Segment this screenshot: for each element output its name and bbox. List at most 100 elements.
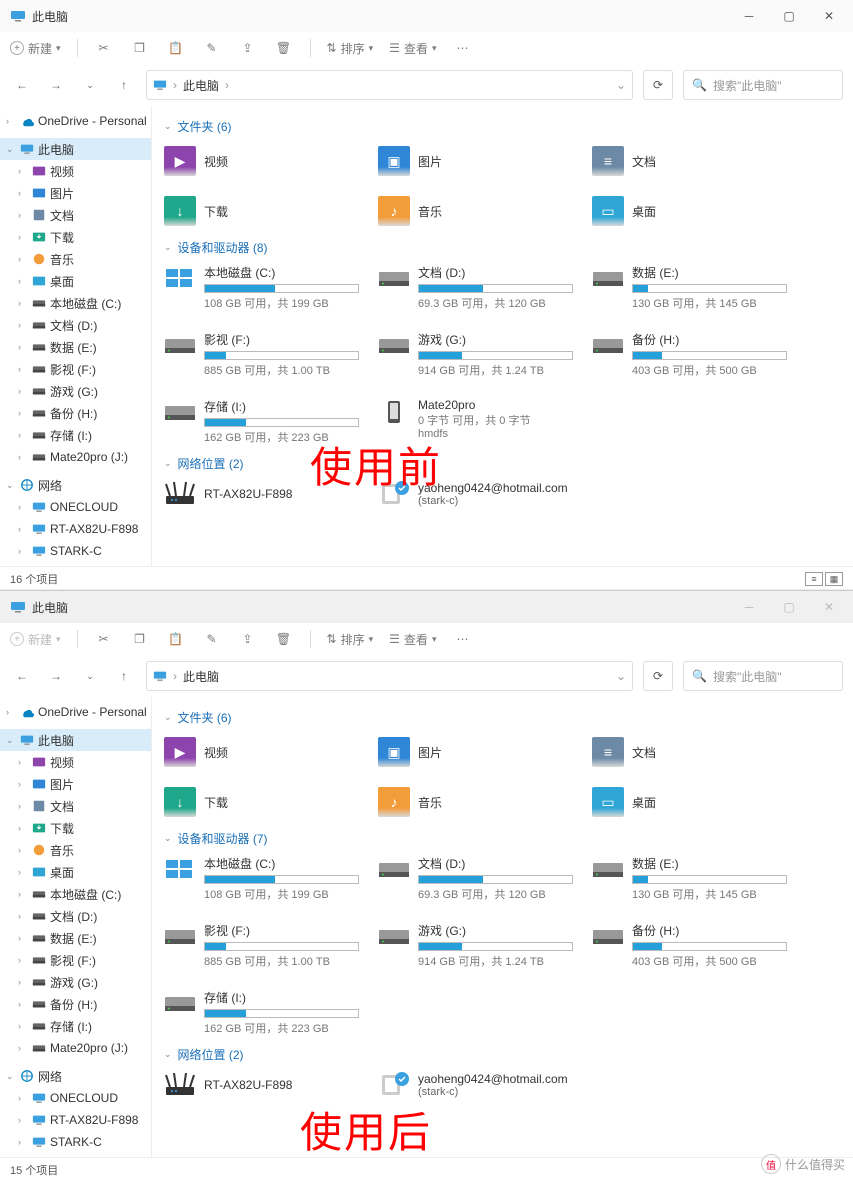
refresh-button[interactable]: ⟳ bbox=[643, 70, 673, 100]
sidebar-item[interactable]: ›音乐 bbox=[0, 248, 151, 270]
folder-tile[interactable]: ≡文档 bbox=[592, 143, 792, 179]
sidebar-onedrive[interactable]: ›OneDrive - Personal bbox=[0, 110, 151, 132]
breadcrumb[interactable]: 此电脑 bbox=[183, 668, 219, 685]
sidebar-item[interactable]: ›文档 bbox=[0, 795, 151, 817]
sidebar-item[interactable]: ›备份 (H:) bbox=[0, 993, 151, 1015]
section-drives[interactable]: ⌄设备和驱动器 (7) bbox=[164, 830, 841, 847]
drive-tile[interactable]: 存储 (I:)162 GB 可用，共 223 GB bbox=[164, 989, 364, 1036]
sidebar-thispc[interactable]: ⌄此电脑 bbox=[0, 138, 151, 160]
more-icon[interactable]: ⋯ bbox=[452, 629, 472, 649]
folder-tile[interactable]: ▭桌面 bbox=[592, 193, 792, 229]
folder-tile[interactable]: ♪音乐 bbox=[378, 193, 578, 229]
sidebar-item[interactable]: ›STARK-C bbox=[0, 1131, 151, 1153]
breadcrumb[interactable]: 此电脑 bbox=[183, 77, 219, 94]
folder-tile[interactable]: ↓下载 bbox=[164, 193, 364, 229]
drive-tile[interactable]: 文档 (D:)69.3 GB 可用，共 120 GB bbox=[378, 855, 578, 902]
sidebar-item[interactable]: ›Mate20pro (J:) bbox=[0, 1037, 151, 1059]
network-tile[interactable]: RT-AX82U-F898 bbox=[164, 1071, 364, 1099]
sidebar-item[interactable]: ›下载 bbox=[0, 226, 151, 248]
share-icon[interactable]: ⇪ bbox=[238, 38, 258, 58]
folder-tile[interactable]: ↓下载 bbox=[164, 784, 364, 820]
minimize-button[interactable]: ─ bbox=[729, 2, 769, 30]
sidebar-item[interactable]: ›ONECLOUD bbox=[0, 1087, 151, 1109]
network-tile[interactable]: yaoheng0424@hotmail.com(stark-c) bbox=[378, 1071, 578, 1099]
sidebar-item[interactable]: ›备份 (H:) bbox=[0, 402, 151, 424]
folder-tile[interactable]: ▶视频 bbox=[164, 143, 364, 179]
sidebar-item[interactable]: ›游戏 (G:) bbox=[0, 971, 151, 993]
sidebar-item[interactable]: ›游戏 (G:) bbox=[0, 380, 151, 402]
drive-tile[interactable]: 存储 (I:)162 GB 可用，共 223 GB bbox=[164, 398, 364, 445]
drive-tile[interactable]: 数据 (E:)130 GB 可用，共 145 GB bbox=[592, 855, 792, 902]
chevron-down-icon[interactable]: ⌄ bbox=[616, 669, 626, 683]
folder-tile[interactable]: ♪音乐 bbox=[378, 784, 578, 820]
section-network[interactable]: ⌄网络位置 (2) bbox=[164, 1046, 841, 1063]
sort-button[interactable]: ⇅排序▾ bbox=[327, 40, 374, 57]
sidebar-item[interactable]: ›RT-AX82U-F898 bbox=[0, 518, 151, 540]
paste-icon[interactable]: 📋 bbox=[166, 38, 186, 58]
drive-tile[interactable]: 本地磁盘 (C:)108 GB 可用，共 199 GB bbox=[164, 855, 364, 902]
sidebar-item[interactable]: ›存储 (I:) bbox=[0, 1015, 151, 1037]
network-tile[interactable]: yaoheng0424@hotmail.com(stark-c) bbox=[378, 480, 578, 508]
section-network[interactable]: ⌄网络位置 (2) bbox=[164, 455, 841, 472]
drive-tile[interactable]: 备份 (H:)403 GB 可用，共 500 GB bbox=[592, 922, 792, 969]
sidebar-item[interactable]: ›存储 (I:) bbox=[0, 424, 151, 446]
folder-tile[interactable]: ▣图片 bbox=[378, 734, 578, 770]
sidebar-item[interactable]: ›文档 bbox=[0, 204, 151, 226]
sidebar-item[interactable]: ›视频 bbox=[0, 160, 151, 182]
drive-tile[interactable]: 游戏 (G:)914 GB 可用，共 1.24 TB bbox=[378, 922, 578, 969]
sidebar-item[interactable]: ›本地磁盘 (C:) bbox=[0, 883, 151, 905]
close-button[interactable]: ✕ bbox=[809, 593, 849, 621]
search-input[interactable]: 🔍 搜索"此电脑" bbox=[683, 70, 843, 100]
copy-icon[interactable]: ❐ bbox=[130, 38, 150, 58]
rename-icon[interactable]: ✎ bbox=[202, 38, 222, 58]
paste-icon[interactable]: 📋 bbox=[166, 629, 186, 649]
minimize-button[interactable]: ─ bbox=[729, 593, 769, 621]
drive-tile[interactable]: 影视 (F:)885 GB 可用，共 1.00 TB bbox=[164, 922, 364, 969]
drive-tile[interactable]: 备份 (H:)403 GB 可用，共 500 GB bbox=[592, 331, 792, 378]
rename-icon[interactable]: ✎ bbox=[202, 629, 222, 649]
folder-tile[interactable]: ▭桌面 bbox=[592, 784, 792, 820]
sidebar-item[interactable]: ›数据 (E:) bbox=[0, 336, 151, 358]
sidebar-thispc[interactable]: ⌄此电脑 bbox=[0, 729, 151, 751]
up-button[interactable]: ↑ bbox=[112, 664, 136, 688]
maximize-button[interactable]: ▢ bbox=[769, 593, 809, 621]
back-button[interactable]: ← bbox=[10, 73, 34, 97]
new-button[interactable]: + 新建 ▾ bbox=[10, 631, 61, 648]
cut-icon[interactable]: ✂ bbox=[94, 38, 114, 58]
sort-button[interactable]: ⇅排序▾ bbox=[327, 631, 374, 648]
copy-icon[interactable]: ❐ bbox=[130, 629, 150, 649]
close-button[interactable]: ✕ bbox=[809, 2, 849, 30]
back-button[interactable]: ← bbox=[10, 664, 34, 688]
address-bar[interactable]: › 此电脑 ⌄ bbox=[146, 661, 633, 691]
drive-tile[interactable]: Mate20pro0 字节 可用，共 0 字节hmdfs bbox=[378, 398, 578, 445]
sidebar-item[interactable]: ›影视 (F:) bbox=[0, 949, 151, 971]
sidebar-item[interactable]: ›图片 bbox=[0, 182, 151, 204]
drive-tile[interactable]: 数据 (E:)130 GB 可用，共 145 GB bbox=[592, 264, 792, 311]
share-icon[interactable]: ⇪ bbox=[238, 629, 258, 649]
sidebar-item[interactable]: ›图片 bbox=[0, 773, 151, 795]
forward-button[interactable]: → bbox=[44, 664, 68, 688]
up-button[interactable]: ↑ bbox=[112, 73, 136, 97]
network-tile[interactable]: RT-AX82U-F898 bbox=[164, 480, 364, 508]
address-bar[interactable]: › 此电脑 › ⌄ bbox=[146, 70, 633, 100]
maximize-button[interactable]: ▢ bbox=[769, 2, 809, 30]
sidebar-onedrive[interactable]: ›OneDrive - Personal bbox=[0, 701, 151, 723]
section-folders[interactable]: ⌄文件夹 (6) bbox=[164, 118, 841, 135]
view-icons-button[interactable]: ▦ bbox=[825, 572, 843, 586]
folder-tile[interactable]: ≡文档 bbox=[592, 734, 792, 770]
drive-tile[interactable]: 影视 (F:)885 GB 可用，共 1.00 TB bbox=[164, 331, 364, 378]
delete-icon[interactable]: 🗑 bbox=[274, 629, 294, 649]
refresh-button[interactable]: ⟳ bbox=[643, 661, 673, 691]
sidebar-item[interactable]: ›STARK-C bbox=[0, 540, 151, 562]
view-button[interactable]: ☰查看▾ bbox=[389, 40, 436, 57]
drive-tile[interactable]: 游戏 (G:)914 GB 可用，共 1.24 TB bbox=[378, 331, 578, 378]
view-button[interactable]: ☰查看▾ bbox=[389, 631, 436, 648]
view-details-button[interactable]: ≡ bbox=[805, 572, 823, 586]
drive-tile[interactable]: 本地磁盘 (C:)108 GB 可用，共 199 GB bbox=[164, 264, 364, 311]
sidebar-item[interactable]: ›视频 bbox=[0, 751, 151, 773]
sidebar-item[interactable]: ›桌面 bbox=[0, 861, 151, 883]
section-drives[interactable]: ⌄设备和驱动器 (8) bbox=[164, 239, 841, 256]
forward-button[interactable]: → bbox=[44, 73, 68, 97]
sidebar-network[interactable]: ⌄网络 bbox=[0, 474, 151, 496]
delete-icon[interactable]: 🗑 bbox=[274, 38, 294, 58]
